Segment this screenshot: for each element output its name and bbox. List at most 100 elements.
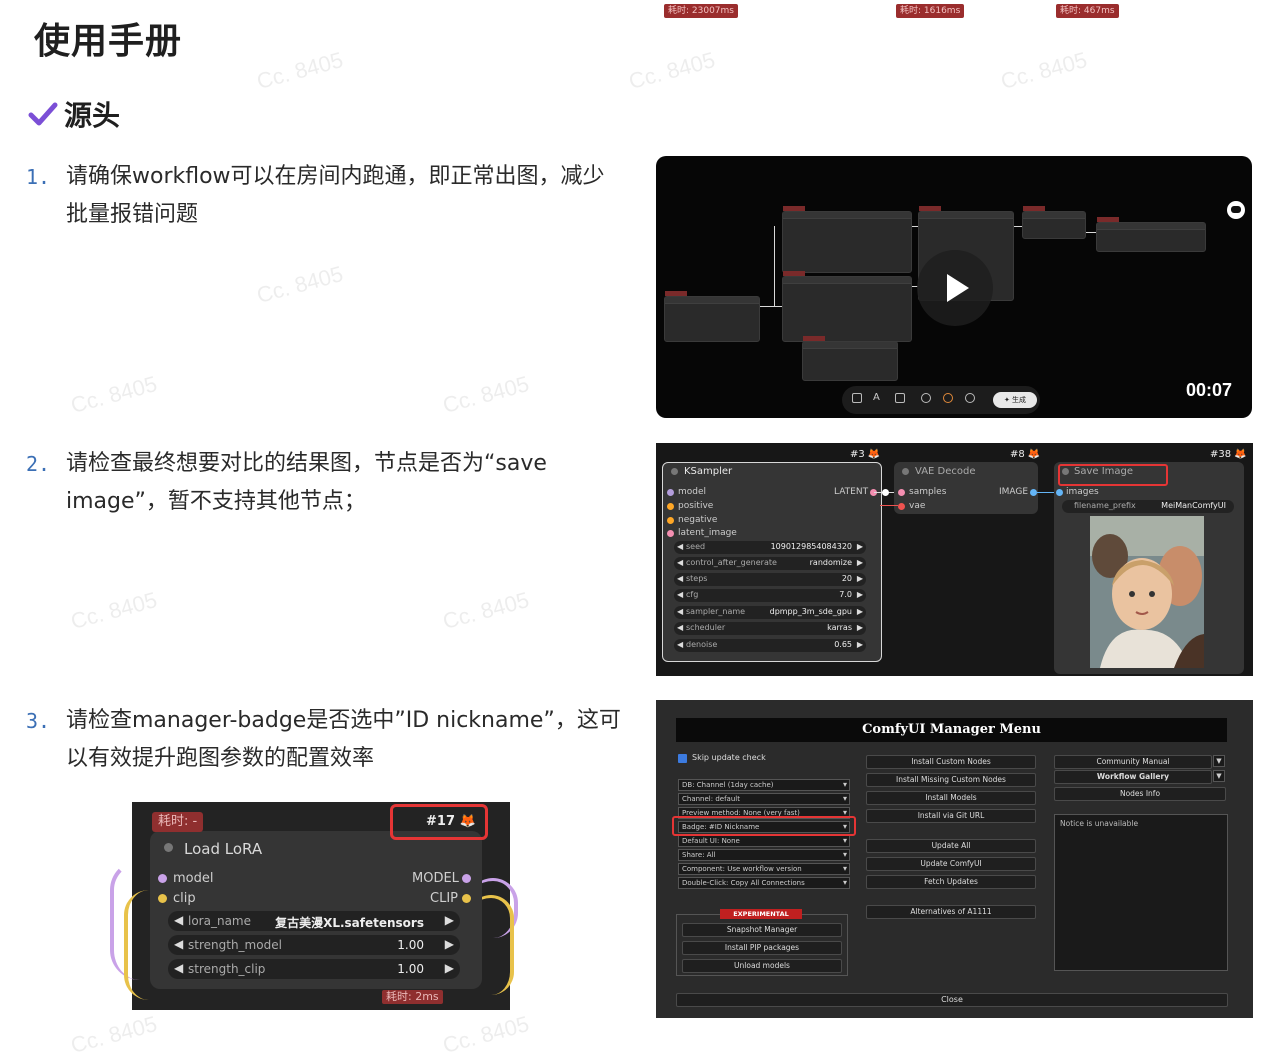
close-button[interactable]: Close [676,993,1228,1007]
install-git-url-button[interactable]: Install via Git URL [866,809,1036,823]
highlight-box [1058,464,1168,486]
snapshot-manager-button[interactable]: Snapshot Manager [682,923,842,937]
widget-scheduler[interactable]: ◀ scheduler karras ▶ [674,622,866,635]
input-label: vae [909,501,926,511]
alternatives-a1111-button[interactable]: Alternatives of A1111 [866,905,1036,919]
widget-lora-name[interactable]: ◀ lora_name 复古美漫XL.safetensors ▶ [168,911,460,931]
exec-time-badge: 耗时: 1616ms [896,4,965,18]
step-text: 请检查manager-badge是否选中”ID nickname”，这可以有效提… [66,708,621,771]
exec-time-badge: 耗时: - [152,812,204,832]
step-1: 1. 请确保workflow可以在房间内跑通，即正常出图，减少批量报错问题 [26,158,626,234]
watermark: Cc. 8405 [254,47,346,94]
node-title: KSampler [684,466,733,477]
target-icon[interactable] [943,393,953,403]
widget-sampler-name[interactable]: ◀ sampler_name dpmpp_3m_sde_gpu ▶ [674,606,866,619]
graph-node [1096,217,1206,252]
widget-filename-prefix[interactable]: filename_prefix MeiManComfyUI [1062,500,1234,513]
update-comfyui-button[interactable]: Update ComfyUI [866,857,1036,871]
install-custom-nodes-button[interactable]: Install Custom Nodes [866,755,1036,769]
graph-node [802,336,898,381]
node-id-badge: #3 🦊 [850,449,881,460]
check-icon [28,102,58,126]
community-manual-button[interactable]: Community Manual [1054,755,1212,769]
cube-icon[interactable] [852,393,862,403]
workflow-gallery-button[interactable]: Workflow Gallery [1054,770,1212,784]
manager-title: ComfyUI Manager Menu [676,718,1227,742]
output-label: LATENT [834,487,869,497]
watermark: Cc. 8405 [440,1011,532,1054]
widget-seed[interactable]: ◀ seed 1090129854084320 ▶ [674,541,866,554]
step-number: 3. [26,709,51,733]
refresh-icon[interactable] [965,393,975,403]
widget-denoise[interactable]: ◀ denoise 0.65 ▶ [674,639,866,652]
widget-steps[interactable]: ◀ steps 20 ▶ [674,573,866,586]
component-select[interactable]: Component: Use workflow version [678,863,850,875]
graph-node [664,291,760,342]
watermark: Cc. 8405 [68,371,160,418]
watermark: Cc. 8405 [440,371,532,418]
watermark: Cc. 8405 [998,47,1090,94]
output-dot [462,894,471,903]
input-label: model [678,487,707,497]
generate-button[interactable]: ✦ 生成 [993,392,1037,408]
nodes-info-button[interactable]: Nodes Info [1054,787,1226,801]
update-all-button[interactable]: Update All [866,839,1036,853]
output-label: CLIP [430,891,458,906]
widget-control-after-generate[interactable]: ◀ control_after_generate randomize ▶ [674,557,866,570]
section-heading: 源头 [28,94,120,134]
exec-time-badge: 耗时: 467ms [1056,4,1119,18]
input-label: clip [173,891,196,906]
highlight-box [390,804,488,840]
node-status-dot [902,468,909,475]
text-icon[interactable]: A [873,393,883,403]
widget-cfg[interactable]: ◀ cfg 7.0 ▶ [674,589,866,602]
dropdown-arrow-icon[interactable]: ▼ [1213,770,1225,782]
input-dot [667,503,674,510]
step-number: 2. [26,452,51,476]
fetch-updates-button[interactable]: Fetch Updates [866,875,1036,889]
widget-strength-clip[interactable]: ◀ strength_clip 1.00 ▶ [168,959,460,979]
undo-icon[interactable] [921,393,931,403]
experimental-label: EXPERIMENTAL [720,909,802,919]
brush-icon[interactable] [895,393,905,403]
channel-select[interactable]: Channel: default [678,793,850,805]
input-dot [667,530,674,537]
highlight-box [672,816,856,836]
double-click-select[interactable]: Double-Click: Copy All Connections [678,877,850,889]
step-3: 3. 请检查manager-badge是否选中”ID nickname”，这可以… [26,702,626,778]
notice-panel: Notice is unavailable [1054,814,1228,971]
watermark: Cc. 8405 [254,261,346,308]
input-label: positive [678,501,714,511]
chat-icon[interactable] [1227,201,1245,219]
output-label: MODEL [412,871,459,886]
install-models-button[interactable]: Install Models [866,791,1036,805]
input-dot [158,894,167,903]
node-status-dot [164,843,173,852]
widget-strength-model[interactable]: ◀ strength_model 1.00 ▶ [168,935,460,955]
unload-models-button[interactable]: Unload models [682,959,842,973]
output-dot [462,874,471,883]
input-dot [898,489,905,496]
exec-time-badge: 耗时: 23007ms [664,4,738,18]
step-number: 1. [26,165,51,189]
video-duration: 00:07 [1186,380,1233,400]
input-label: negative [678,515,718,525]
input-label: model [173,871,214,886]
share-select[interactable]: Share: All [678,849,850,861]
node-id-badge: #8 🦊 [1010,449,1041,460]
input-dot [1056,489,1063,496]
input-dot [898,503,905,510]
input-dot [158,874,167,883]
dropdown-arrow-icon[interactable]: ▼ [1213,755,1225,767]
install-pip-button[interactable]: Install PIP packages [682,941,842,955]
default-ui-select[interactable]: Default UI: None [678,835,850,847]
skip-update-checkbox[interactable] [678,754,687,763]
db-channel-select[interactable]: DB: Channel (1day cache) [678,779,850,791]
section-title: 源头 [64,99,121,132]
exec-time-badge: 耗时: 2ms [382,990,443,1004]
step-text: 请确保workflow可以在房间内跑通，即正常出图，减少批量报错问题 [66,164,605,227]
install-missing-nodes-button[interactable]: Install Missing Custom Nodes [866,773,1036,787]
input-dot [667,517,674,524]
watermark: Cc. 8405 [626,47,718,94]
input-label: latent_image [678,528,737,538]
